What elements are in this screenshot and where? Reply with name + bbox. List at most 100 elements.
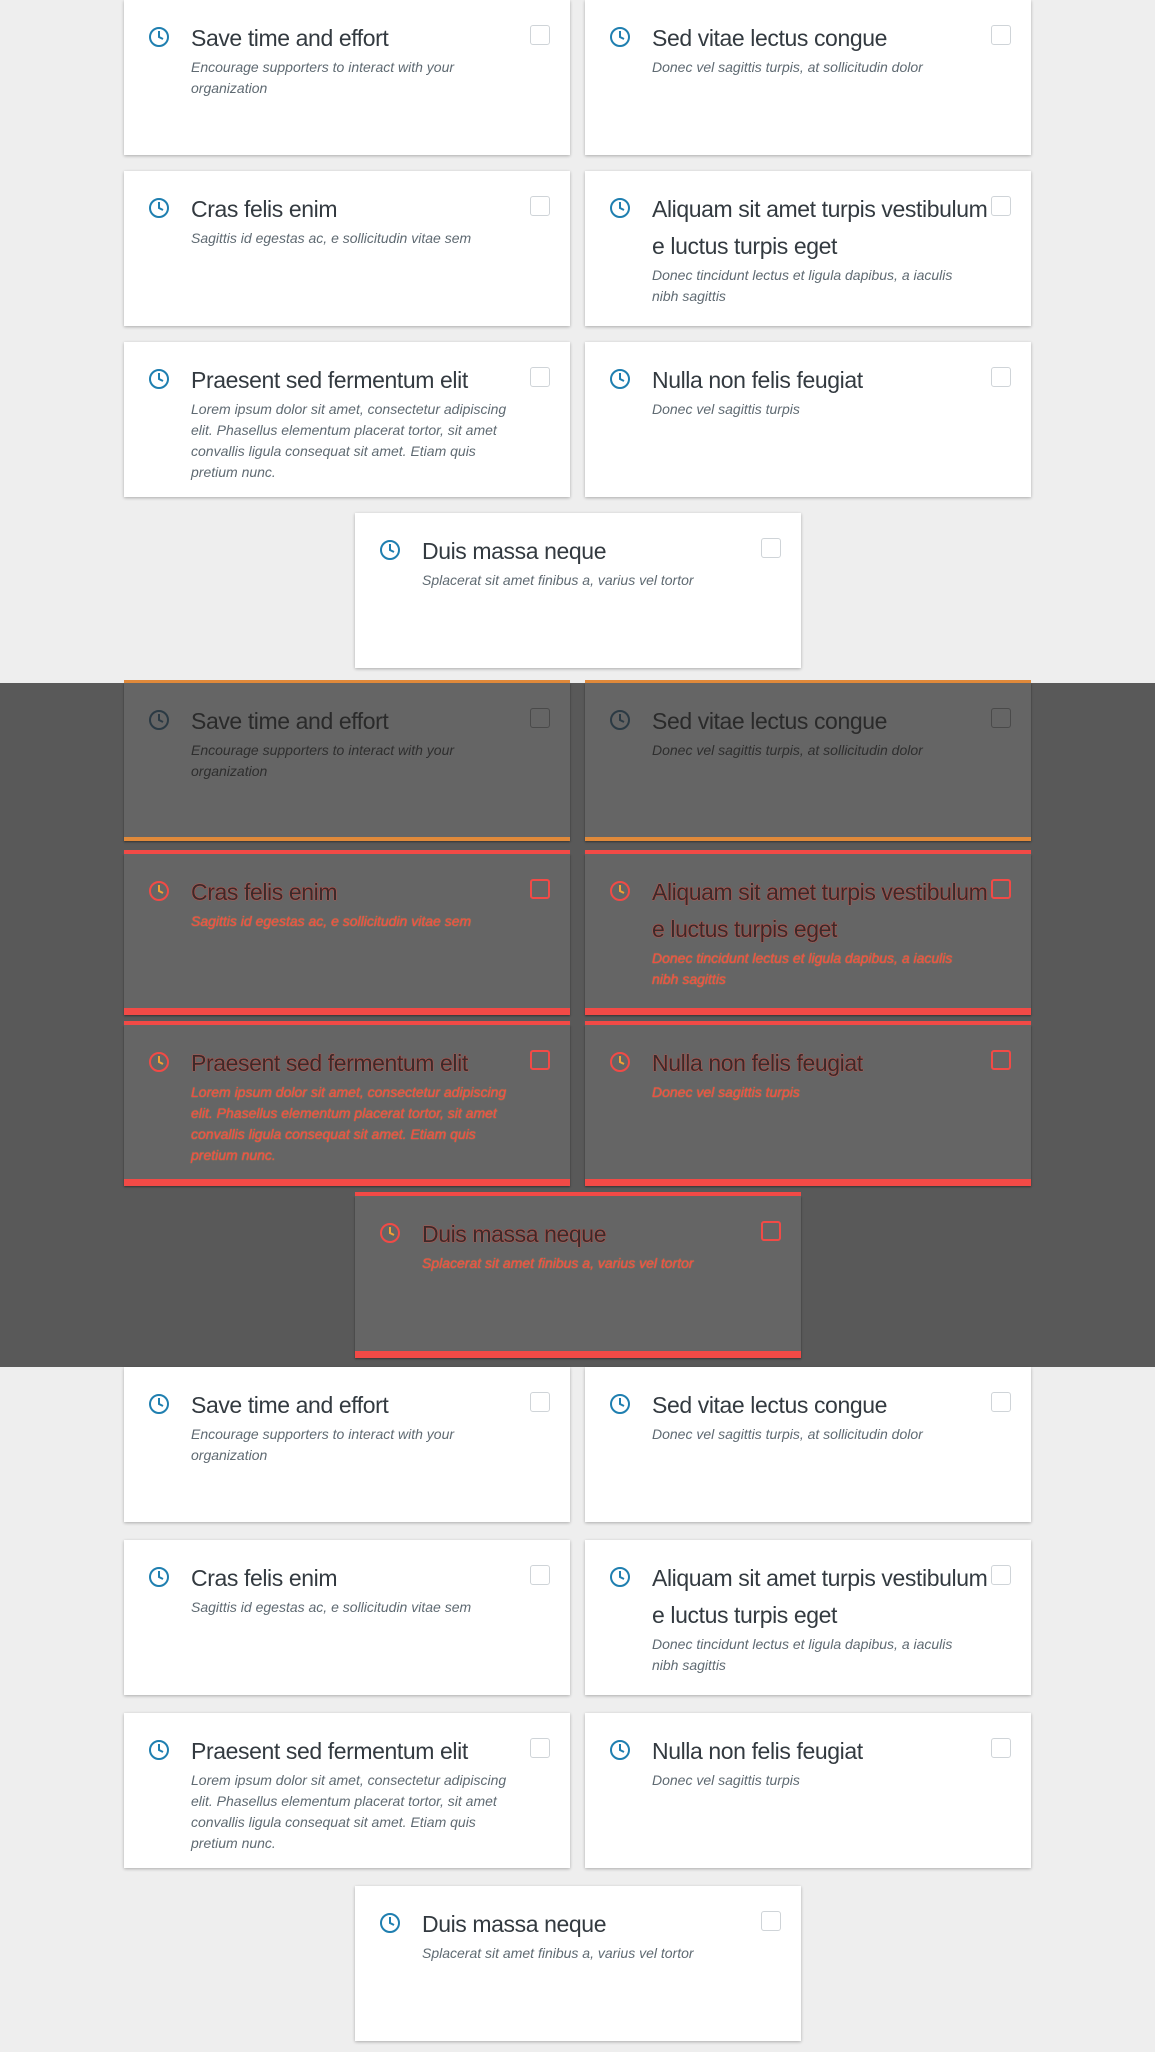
- card-title: Sed vitae lectus congue: [652, 1392, 888, 1418]
- card-description: Sagittis id egestas ac, e sollicitudin v…: [191, 913, 472, 929]
- option-card[interactable]: Nulla non felis feugiat Donec vel sagitt…: [585, 1713, 1031, 1868]
- card-checkbox[interactable]: [530, 196, 550, 216]
- card-checkbox[interactable]: [761, 538, 781, 558]
- card-checkbox[interactable]: [530, 708, 550, 728]
- clock-icon: [610, 1394, 630, 1414]
- card-checkbox[interactable]: [530, 1050, 550, 1070]
- card-title: Nulla non felis feugiat: [652, 1050, 863, 1076]
- clock-icon: [149, 1052, 169, 1072]
- card-checkbox[interactable]: [530, 879, 550, 899]
- card-checkbox[interactable]: [991, 1050, 1011, 1070]
- card-checkbox[interactable]: [991, 879, 1011, 899]
- card-title: Save time and effort: [191, 25, 389, 51]
- card-title: Praesent sed fermentum elit: [191, 1738, 468, 1764]
- card-description: Sagittis id egestas ac, e sollicitudin v…: [191, 230, 472, 246]
- card-checkbox[interactable]: [530, 367, 550, 387]
- card-description: Donec vel sagittis turpis: [652, 1084, 800, 1100]
- card-checkbox[interactable]: [991, 25, 1011, 45]
- card-title: Save time and effort: [191, 1392, 389, 1418]
- option-card[interactable]: Sed vitae lectus congue Donec vel sagitt…: [585, 680, 1031, 841]
- clock-icon: [610, 198, 630, 218]
- clock-icon: [149, 881, 169, 901]
- card-checkbox[interactable]: [991, 196, 1011, 216]
- card-description: Sagittis id egestas ac, e sollicitudin v…: [191, 1599, 472, 1615]
- card-description: Donec vel sagittis turpis: [652, 401, 800, 417]
- option-card[interactable]: Sed vitae lectus congue Donec vel sagitt…: [585, 1367, 1031, 1522]
- option-card[interactable]: Praesent sed fermentum elit Lorem ipsum …: [124, 1021, 570, 1186]
- card-title: Nulla non felis feugiat: [652, 367, 863, 393]
- clock-icon: [610, 1567, 630, 1587]
- card-checkbox[interactable]: [530, 1392, 550, 1412]
- option-card[interactable]: Cras felis enim Sagittis id egestas ac, …: [124, 1540, 570, 1695]
- card-description: Donec vel sagittis turpis, at sollicitud…: [652, 59, 923, 75]
- card-title: Sed vitae lectus congue: [652, 25, 888, 51]
- card-description: Donec vel sagittis turpis, at sollicitud…: [652, 742, 923, 758]
- option-card[interactable]: Sed vitae lectus congue Donec vel sagitt…: [585, 0, 1031, 155]
- card-description: Donec tincidunt lectus et ligula dapibus…: [652, 1636, 953, 1673]
- option-card[interactable]: Duis massa neque Splacerat sit amet fini…: [355, 1192, 801, 1358]
- clock-icon: [610, 881, 630, 901]
- option-card[interactable]: Save time and effort Encourage supporter…: [124, 0, 570, 155]
- card-description: Donec tincidunt lectus et ligula dapibus…: [652, 950, 953, 987]
- clock-icon: [610, 1740, 630, 1760]
- card-title: Praesent sed fermentum elit: [191, 1050, 468, 1076]
- card-description: Splacerat sit amet finibus a, varius vel…: [422, 572, 694, 588]
- card-checkbox[interactable]: [991, 708, 1011, 728]
- card-description: Donec vel sagittis turpis: [652, 1772, 800, 1788]
- clock-icon: [149, 1567, 169, 1587]
- card-title: Praesent sed fermentum elit: [191, 367, 468, 393]
- card-description: Lorem ipsum dolor sit amet, consectetur …: [191, 401, 507, 480]
- option-card[interactable]: Aliquam sit amet turpis vestibulum e luc…: [585, 1540, 1031, 1695]
- card-title: Cras felis enim: [191, 879, 338, 905]
- option-card[interactable]: Save time and effort Encourage supporter…: [124, 1367, 570, 1522]
- card-grid-section-2-overlay: Save time and effort Encourage supporter…: [0, 680, 1155, 1367]
- card-checkbox[interactable]: [991, 367, 1011, 387]
- option-card[interactable]: Cras felis enim Sagittis id egestas ac, …: [124, 850, 570, 1015]
- option-card[interactable]: Aliquam sit amet turpis vestibulum e luc…: [585, 171, 1031, 326]
- card-description: Encourage supporters to interact with yo…: [191, 742, 455, 779]
- clock-icon: [610, 369, 630, 389]
- option-card[interactable]: Duis massa neque Splacerat sit amet fini…: [355, 513, 801, 668]
- option-card[interactable]: Praesent sed fermentum elit Lorem ipsum …: [124, 1713, 570, 1868]
- card-description: Splacerat sit amet finibus a, varius vel…: [422, 1255, 694, 1271]
- option-card[interactable]: Praesent sed fermentum elit Lorem ipsum …: [124, 342, 570, 497]
- clock-icon: [149, 369, 169, 389]
- card-description: Lorem ipsum dolor sit amet, consectetur …: [191, 1084, 507, 1163]
- card-grid-section-1: Save time and effort Encourage supporter…: [0, 0, 1155, 683]
- clock-icon: [149, 198, 169, 218]
- option-card[interactable]: Save time and effort Encourage supporter…: [124, 680, 570, 841]
- clock-icon: [380, 540, 400, 560]
- option-card[interactable]: Duis massa neque Splacerat sit amet fini…: [355, 1886, 801, 2041]
- option-card[interactable]: Cras felis enim Sagittis id egestas ac, …: [124, 171, 570, 326]
- card-checkbox[interactable]: [530, 1565, 550, 1585]
- card-checkbox[interactable]: [761, 1911, 781, 1931]
- card-title: Aliquam sit amet turpis vestibulum e luc…: [652, 196, 988, 259]
- card-title: Nulla non felis feugiat: [652, 1738, 863, 1764]
- card-title: Aliquam sit amet turpis vestibulum e luc…: [652, 1565, 988, 1628]
- option-card[interactable]: Aliquam sit amet turpis vestibulum e luc…: [585, 850, 1031, 1015]
- card-checkbox[interactable]: [530, 25, 550, 45]
- card-checkbox[interactable]: [991, 1565, 1011, 1585]
- clock-icon: [610, 27, 630, 47]
- card-checkbox[interactable]: [991, 1738, 1011, 1758]
- card-title: Cras felis enim: [191, 1565, 338, 1591]
- card-description: Encourage supporters to interact with yo…: [191, 59, 455, 96]
- card-description: Donec vel sagittis turpis, at sollicitud…: [652, 1426, 923, 1442]
- card-title: Duis massa neque: [422, 1911, 607, 1937]
- clock-icon: [610, 1052, 630, 1072]
- card-title: Save time and effort: [191, 708, 389, 734]
- clock-icon: [380, 1913, 400, 1933]
- card-description: Splacerat sit amet finibus a, varius vel…: [422, 1945, 694, 1961]
- card-checkbox[interactable]: [991, 1392, 1011, 1412]
- clock-icon: [380, 1223, 400, 1243]
- option-card[interactable]: Nulla non felis feugiat Donec vel sagitt…: [585, 342, 1031, 497]
- card-checkbox[interactable]: [530, 1738, 550, 1758]
- card-description: Donec tincidunt lectus et ligula dapibus…: [652, 267, 953, 304]
- clock-icon: [149, 27, 169, 47]
- card-checkbox[interactable]: [761, 1221, 781, 1241]
- option-card[interactable]: Nulla non felis feugiat Donec vel sagitt…: [585, 1021, 1031, 1186]
- card-title: Aliquam sit amet turpis vestibulum e luc…: [652, 879, 988, 942]
- card-title: Sed vitae lectus congue: [652, 708, 888, 734]
- clock-icon: [149, 710, 169, 730]
- card-description: Lorem ipsum dolor sit amet, consectetur …: [191, 1772, 507, 1851]
